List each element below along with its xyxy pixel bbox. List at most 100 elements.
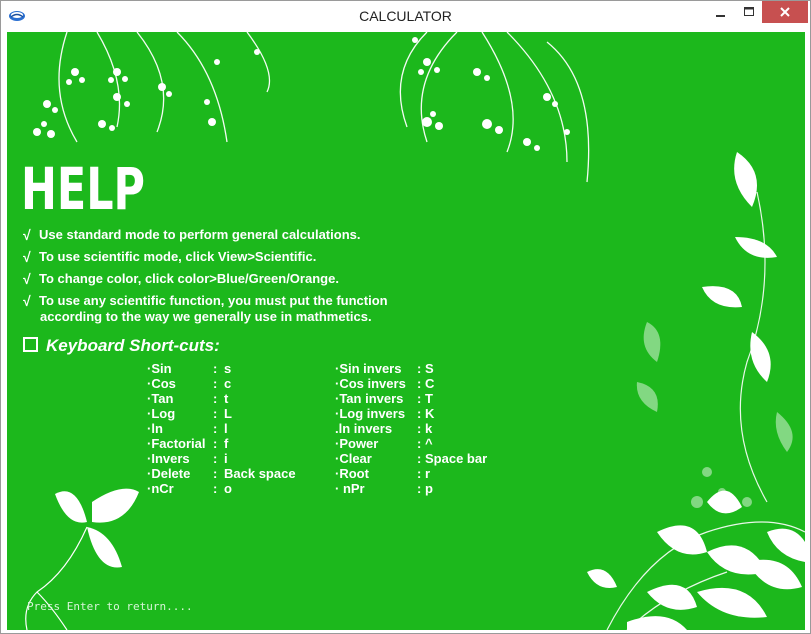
shortcut-name: ·Sin invers (335, 361, 402, 376)
help-tips: √ Use standard mode to perform general c… (23, 227, 493, 331)
shortcuts-heading: Keyboard Short-cuts: (23, 336, 220, 356)
shortcut-key: ^ (425, 436, 433, 451)
shortcut-name: ·Cos (147, 376, 176, 391)
window-title: CALCULATOR (359, 8, 452, 24)
shortcut-name: · nPr (335, 481, 365, 496)
shortcut-name: ·Log invers (335, 406, 406, 421)
shortcut-key: l (224, 421, 228, 436)
tip-text: To use scientific mode, click View>Scien… (39, 249, 317, 264)
tip-text: Use standard mode to perform general cal… (39, 227, 361, 242)
shortcut-separator: : (213, 421, 218, 436)
check-icon: √ (23, 271, 31, 287)
shortcut-name: ·nCr (147, 481, 174, 496)
shortcut-row: ·Sin invers: S (335, 361, 535, 376)
shortcut-name: ·Cos invers (335, 376, 406, 391)
shortcut-row: ·Delete: Back space (147, 466, 297, 481)
check-icon: √ (23, 227, 31, 243)
shortcut-key: L (224, 406, 232, 421)
shortcut-name: ·Root (335, 466, 369, 481)
shortcut-key: Space bar (425, 451, 488, 466)
tip-item: √ To use any scientific function, you mu… (23, 293, 493, 325)
shortcut-key: S (425, 361, 434, 376)
shortcut-key: c (224, 376, 232, 391)
tip-item: √ To use scientific mode, click View>Sci… (23, 249, 493, 265)
shortcut-key: r (425, 466, 431, 481)
calculator-window: CALCULATOR HELP √ Use standard mode to p… (0, 0, 811, 634)
tip-text-continued: according to the way we generally use in… (40, 309, 372, 324)
shortcut-row: ·Cos invers: C (335, 376, 535, 391)
shortcut-key: C (425, 376, 435, 391)
shortcut-key: Back space (224, 466, 296, 481)
shortcuts-title: Keyboard Short-cuts: (46, 336, 220, 355)
check-icon: √ (23, 293, 31, 309)
shortcut-key: t (224, 391, 229, 406)
shortcut-row: ·Power: ^ (335, 436, 535, 451)
shortcut-row: ·Log invers: K (335, 406, 535, 421)
shortcut-separator: : (417, 391, 422, 406)
shortcut-row: ·Factorial: f (147, 436, 297, 451)
minimize-icon (716, 15, 725, 17)
shortcut-row: ·Clear: Space bar (335, 451, 535, 466)
shortcut-key: i (224, 451, 228, 466)
shortcut-row: ·Tan: t (147, 391, 297, 406)
shortcut-row: ·Invers: i (147, 451, 297, 466)
right-shortcut-list: ·Sin invers: S ·Cos invers: C ·Tan invers: T ·… (335, 361, 535, 496)
shortcut-key: k (425, 421, 433, 436)
minimize-button[interactable] (703, 1, 737, 23)
shortcut-row: ·Tan invers: T (335, 391, 535, 406)
tip-item: √ To change color, click color>Blue/Gree… (23, 271, 493, 287)
shortcut-key: p (425, 481, 433, 496)
shortcut-name: ·Sin (147, 361, 172, 376)
shortcut-row: ·Log: L (147, 406, 297, 421)
shortcut-separator: : (213, 436, 218, 451)
tip-text: To use any scientific function, you must… (39, 293, 388, 308)
checkbox-icon (23, 337, 38, 352)
shortcut-key: s (224, 361, 232, 376)
shortcut-row: · nPr: p (335, 481, 535, 496)
shortcut-separator: : (417, 421, 422, 436)
shortcut-row: ·Root: r (335, 466, 535, 481)
shortcut-separator: : (213, 466, 218, 481)
title-bar[interactable]: CALCULATOR (1, 1, 810, 31)
maximize-icon (744, 7, 754, 16)
shortcut-separator: : (417, 406, 422, 421)
shortcut-name: ·Tan (147, 391, 174, 406)
shortcut-separator: : (417, 361, 422, 376)
help-screen: HELP √ Use standard mode to perform gene… (7, 32, 805, 630)
shortcut-key: f (224, 436, 229, 451)
shortcut-separator: : (417, 466, 422, 481)
shortcut-name: ·ln (147, 421, 163, 436)
shortcut-separator: : (417, 436, 422, 451)
shortcut-key: o (224, 481, 232, 496)
close-icon (780, 7, 790, 17)
shortcut-separator: : (213, 451, 218, 466)
shortcut-row: ·nCr: o (147, 481, 297, 496)
check-icon: √ (23, 249, 31, 265)
left-shortcut-list: ·Sin: s ·Cos: c ·Tan: t ·Log: L ·ln: l ·Factorial:… (147, 361, 297, 496)
shortcut-separator: : (213, 406, 218, 421)
shortcut-separator: : (417, 451, 422, 466)
shortcut-row: ·Cos: c (147, 376, 297, 391)
floral-decoration (25, 32, 805, 630)
shortcut-row: ·Sin: s (147, 361, 297, 376)
shortcut-name: ·Clear (335, 451, 372, 466)
shortcut-separator: : (213, 376, 218, 391)
shortcut-separator: : (213, 361, 218, 376)
shortcut-name: ·Tan invers (335, 391, 404, 406)
shortcut-name: ·Invers (147, 451, 190, 466)
shortcut-key: T (425, 391, 433, 406)
shortcut-separator: : (213, 481, 218, 496)
close-button[interactable] (762, 1, 808, 23)
shortcut-row: ·ln: l (147, 421, 297, 436)
shortcut-separator: : (417, 481, 422, 496)
maximize-button[interactable] (736, 1, 762, 23)
shortcut-row: .ln invers: k (335, 421, 535, 436)
tip-item: √ Use standard mode to perform general c… (23, 227, 493, 243)
help-heading: HELP (21, 155, 145, 219)
shortcut-name: .ln invers (335, 421, 393, 436)
shortcut-name: ·Factorial (147, 436, 206, 451)
shortcut-key: K (425, 406, 435, 421)
shortcut-name: ·Delete (147, 466, 191, 481)
shortcut-name: ·Power (335, 436, 379, 451)
tip-text: To change color, click color>Blue/Green/… (39, 271, 339, 286)
